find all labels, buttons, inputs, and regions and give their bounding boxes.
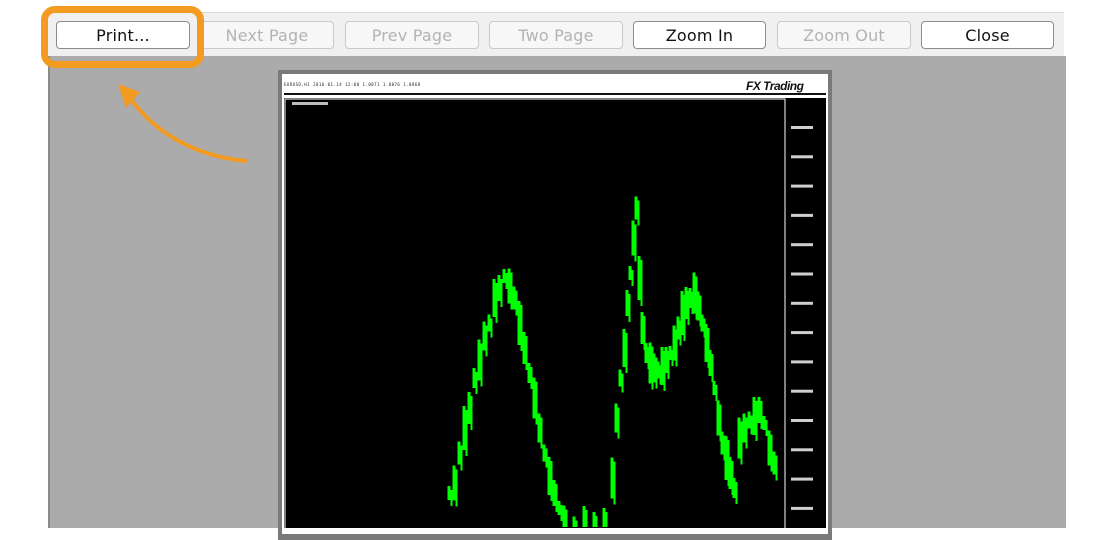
zoom-in-button[interactable]: Zoom In (633, 21, 766, 49)
next-page-button[interactable]: Next Page (200, 21, 334, 49)
close-button[interactable]: Close (921, 21, 1054, 49)
price-axis-tick-label (791, 506, 813, 510)
prev-page-button[interactable]: Prev Page (345, 21, 479, 49)
price-axis-tick-label (791, 360, 813, 364)
print-preview-toolbar: Print... Next Page Prev Page Two Page Zo… (48, 12, 1064, 57)
page-header-divider (284, 93, 826, 95)
brand-logo: FX Trading (746, 79, 804, 93)
price-axis-tick-label (791, 301, 813, 305)
price-axis-tick-label (791, 213, 813, 217)
price-axis-tick-label (791, 419, 813, 422)
price-axis-tick-label (791, 477, 813, 481)
price-chart (284, 98, 826, 528)
price-axis-tick-label (791, 155, 813, 159)
price-axis-tick-label (791, 448, 813, 452)
symbol-label (292, 102, 328, 105)
price-axis-tick-label (791, 331, 813, 335)
price-chart-svg (284, 98, 813, 528)
page-header-text: EURUSD,H1 2016.01.14 12:00 1.0871 1.0876… (284, 82, 421, 87)
price-axis-tick-label (791, 126, 813, 129)
two-page-button[interactable]: Two Page (489, 21, 623, 49)
price-axis-tick-label (791, 184, 813, 188)
price-axis-tick-label (791, 272, 813, 276)
price-axis-tick-label (791, 389, 813, 393)
zoom-out-button[interactable]: Zoom Out (777, 21, 911, 49)
print-button[interactable]: Print... (56, 21, 190, 49)
price-axis-tick-label (791, 243, 813, 247)
plot-border (284, 98, 786, 528)
